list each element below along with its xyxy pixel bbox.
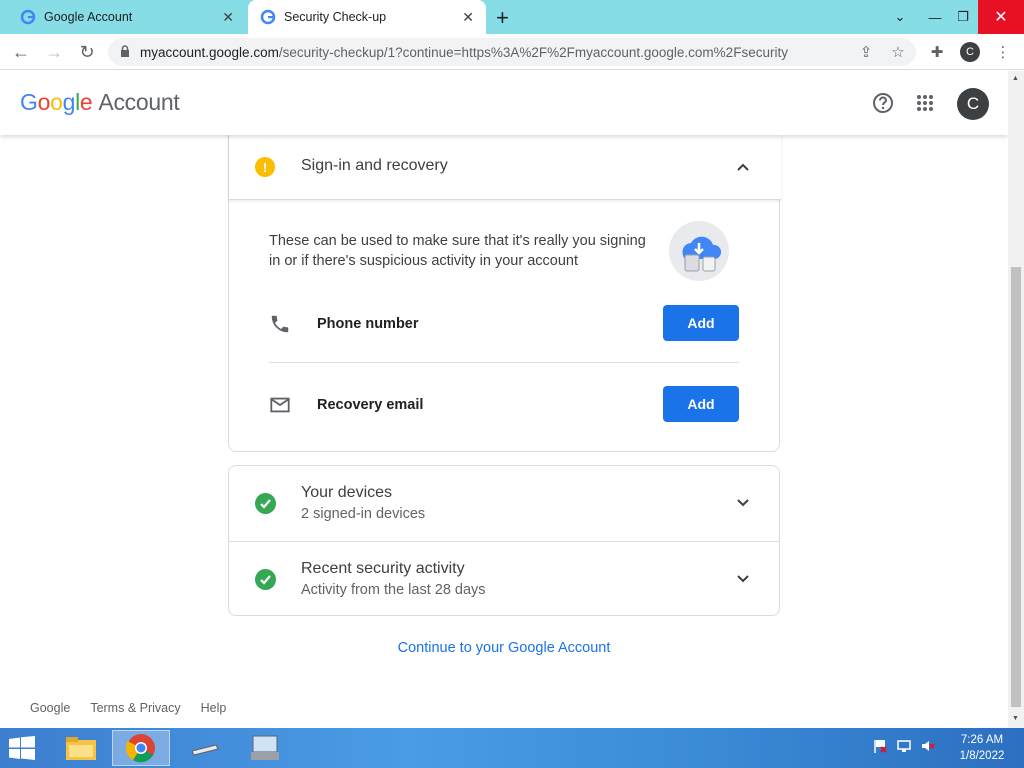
google-account-logo[interactable]: Google Account bbox=[20, 89, 180, 116]
your-devices-row[interactable]: Your devices 2 signed-in devices bbox=[229, 466, 779, 541]
close-tab-icon[interactable]: ✕ bbox=[222, 9, 234, 26]
footer-link-help[interactable]: Help bbox=[201, 701, 227, 715]
scrollbar-thumb[interactable] bbox=[1011, 267, 1021, 707]
google-favicon-icon bbox=[260, 9, 276, 25]
lock-icon bbox=[120, 44, 130, 60]
account-avatar[interactable]: C bbox=[957, 88, 989, 120]
google-account-header: Google Account C bbox=[0, 71, 1008, 135]
logo-letter: G bbox=[20, 89, 38, 115]
profile-avatar[interactable]: C bbox=[960, 42, 980, 62]
apps-grid-icon[interactable] bbox=[913, 91, 937, 115]
address-bar[interactable]: myaccount.google.com/security-checkup/1?… bbox=[108, 38, 916, 66]
help-icon[interactable] bbox=[871, 91, 895, 115]
page-scrollbar[interactable]: ▲ ▼ bbox=[1008, 71, 1024, 728]
add-recovery-email-button[interactable]: Add bbox=[663, 386, 739, 422]
browser-tab-strip: Google Account ✕ Security Check-up ✕ + ⌄… bbox=[0, 0, 1024, 34]
row-divider bbox=[269, 362, 739, 363]
footer-link-terms-privacy[interactable]: Terms & Privacy bbox=[90, 701, 180, 715]
close-tab-icon[interactable]: ✕ bbox=[462, 9, 474, 26]
chrome-taskbar-icon[interactable] bbox=[112, 730, 170, 766]
page-footer: Google Terms & Privacy Help bbox=[30, 701, 226, 715]
forward-arrow-icon[interactable]: → bbox=[42, 40, 66, 64]
section-subtitle: 2 signed-in devices bbox=[301, 506, 426, 522]
continue-to-account-link[interactable]: Continue to your Google Account bbox=[0, 640, 1008, 656]
on-screen-keyboard-icon[interactable] bbox=[236, 730, 294, 766]
chevron-up-icon[interactable] bbox=[734, 158, 752, 176]
phone-icon bbox=[269, 313, 293, 337]
signin-recovery-header[interactable]: ! Sign-in and recovery bbox=[229, 135, 781, 200]
mail-icon bbox=[269, 394, 293, 418]
cloud-devices-illustration bbox=[667, 219, 731, 283]
volume-muted-icon[interactable] bbox=[920, 738, 936, 759]
google-favicon-icon bbox=[20, 9, 36, 25]
new-tab-button[interactable]: + bbox=[496, 5, 509, 31]
phone-number-row: Phone number Add bbox=[269, 305, 739, 345]
tab-search-chevron-icon[interactable]: ⌄ bbox=[880, 0, 920, 34]
back-arrow-icon[interactable]: ← bbox=[9, 40, 33, 64]
action-center-flag-icon[interactable] bbox=[872, 738, 888, 759]
section-title: Your devices bbox=[301, 484, 393, 501]
recent-security-activity-row[interactable]: Recent security activity Activity from t… bbox=[229, 541, 779, 616]
footer-link-google[interactable]: Google bbox=[30, 701, 70, 715]
close-window-button[interactable]: ✕ bbox=[978, 0, 1024, 34]
page-content: Google Account C ! Sign-in and recovery T… bbox=[0, 71, 1008, 728]
chevron-down-icon[interactable] bbox=[734, 494, 752, 512]
section-title: Sign-in and recovery bbox=[301, 157, 448, 174]
logo-letter: o bbox=[50, 89, 63, 115]
scroll-down-arrow-icon[interactable]: ▼ bbox=[1012, 715, 1019, 722]
browser-toolbar: ← → ↻ myaccount.google.com/security-chec… bbox=[0, 34, 1024, 70]
warning-icon: ! bbox=[255, 157, 275, 177]
tab-security-checkup[interactable]: Security Check-up ✕ bbox=[248, 0, 486, 34]
bookmark-star-icon[interactable]: ☆ bbox=[887, 41, 909, 63]
logo-letter: o bbox=[37, 89, 51, 115]
device-manager-icon[interactable] bbox=[175, 730, 233, 766]
logo-letter: e bbox=[79, 89, 93, 115]
windows-start-icon[interactable] bbox=[8, 736, 38, 760]
check-circle-icon bbox=[255, 493, 276, 514]
windows-taskbar: 7:26 AM 1/8/2022 bbox=[0, 728, 1024, 768]
tab-title: Google Account bbox=[44, 10, 133, 24]
logo-suffix: Account bbox=[98, 89, 180, 115]
network-icon[interactable] bbox=[896, 738, 912, 759]
more-menu-icon[interactable]: ⋮ bbox=[992, 41, 1014, 63]
restore-button[interactable]: ❐ bbox=[948, 0, 978, 34]
scroll-up-arrow-icon[interactable]: ▲ bbox=[1012, 75, 1019, 82]
section-subtitle: Activity from the last 28 days bbox=[301, 582, 486, 598]
row-label: Phone number bbox=[317, 316, 419, 332]
clock-date: 1/8/2022 bbox=[959, 750, 1005, 762]
url-host: myaccount.google.com bbox=[140, 44, 279, 60]
section-description: These can be used to make sure that it's… bbox=[269, 233, 646, 269]
reload-icon[interactable]: ↻ bbox=[75, 40, 99, 64]
logo-letter: g bbox=[62, 89, 76, 115]
minimize-button[interactable]: — bbox=[920, 0, 950, 34]
system-tray bbox=[872, 738, 936, 759]
section-title: Recent security activity bbox=[301, 560, 465, 577]
file-explorer-icon[interactable] bbox=[52, 730, 110, 766]
row-label: Recovery email bbox=[317, 397, 424, 413]
share-icon[interactable]: ⇪ bbox=[855, 41, 877, 63]
clock-time: 7:26 AM bbox=[960, 734, 1004, 746]
extensions-puzzle-icon[interactable]: ✚ bbox=[926, 41, 948, 63]
check-circle-icon bbox=[255, 569, 276, 590]
chevron-down-icon[interactable] bbox=[734, 570, 752, 588]
recovery-email-row: Recovery email Add bbox=[269, 386, 739, 426]
add-phone-button[interactable]: Add bbox=[663, 305, 739, 341]
tab-title: Security Check-up bbox=[284, 10, 387, 24]
tab-google-account[interactable]: Google Account ✕ bbox=[8, 0, 246, 34]
signin-recovery-card: ! Sign-in and recovery These can be used… bbox=[228, 135, 781, 452]
url-path: /security-checkup/1?continue=https%3A%2F… bbox=[278, 44, 788, 60]
devices-activity-card: Your devices 2 signed-in devices Recent … bbox=[228, 465, 780, 616]
taskbar-clock[interactable]: 7:26 AM 1/8/2022 bbox=[952, 732, 1012, 764]
